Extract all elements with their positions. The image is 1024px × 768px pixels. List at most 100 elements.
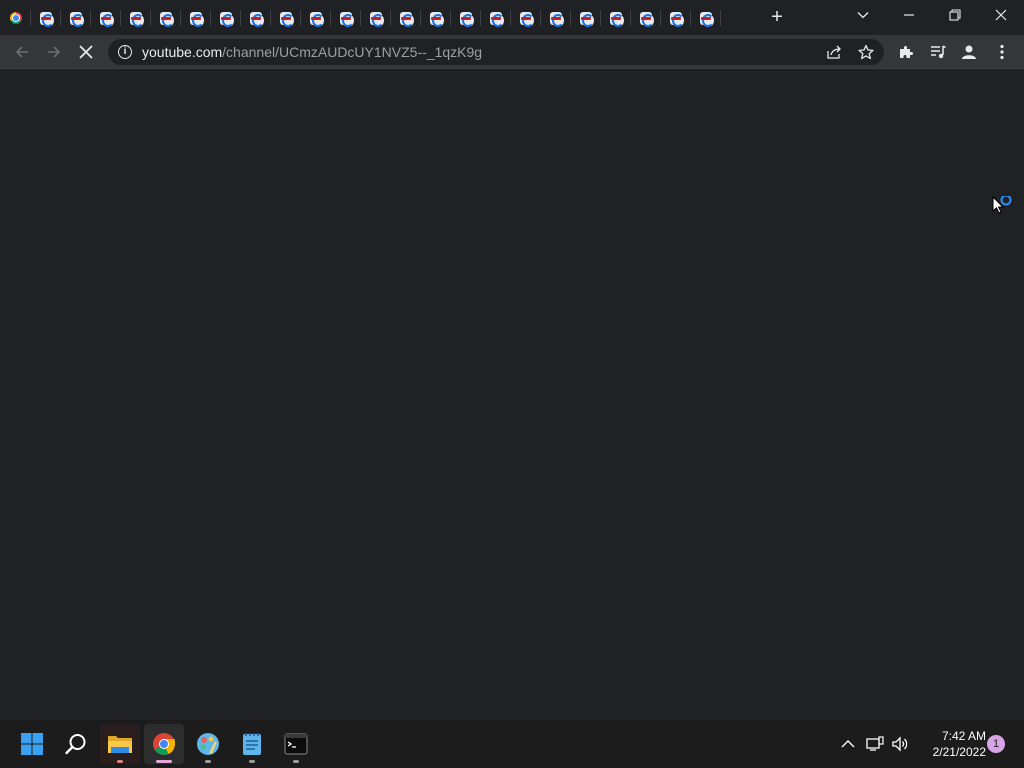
site-favicon-icon (729, 11, 730, 25)
chevron-down-icon (857, 12, 869, 19)
profile-icon (962, 45, 976, 59)
tab-separator (150, 10, 151, 26)
site-favicon-icon (69, 11, 84, 27)
browser-tab[interactable] (68, 11, 84, 27)
network-button[interactable] (865, 734, 885, 754)
browser-tab[interactable] (578, 11, 594, 27)
browser-tab[interactable] (338, 11, 354, 27)
share-button[interactable] (824, 42, 844, 62)
site-favicon-icon (219, 11, 234, 27)
tab-separator (360, 10, 361, 26)
site-favicon-icon (309, 11, 324, 27)
browser-tab[interactable] (638, 11, 654, 27)
tab-separator (540, 10, 541, 26)
site-favicon-icon (189, 11, 204, 27)
notepad-icon (243, 733, 261, 755)
stop-loading-button[interactable] (72, 38, 100, 66)
chrome-favicon-icon (9, 12, 22, 24)
browser-tab[interactable] (428, 11, 444, 27)
browser-tab[interactable] (398, 11, 414, 27)
bookmark-button[interactable] (856, 42, 876, 62)
file-explorer-button[interactable] (100, 724, 140, 764)
new-tab-button[interactable]: + (766, 6, 788, 28)
browser-tab[interactable] (8, 11, 23, 26)
clock[interactable]: 7:42 AM 2/21/2022 (914, 728, 986, 760)
search-button[interactable] (56, 724, 96, 764)
site-info-icon[interactable]: i (118, 45, 132, 59)
tab-separator (660, 10, 661, 26)
address-bar[interactable]: i youtube.com/channel/UCmzAUDcUY1NVZ5--_… (108, 39, 884, 65)
tab-separator (300, 10, 301, 26)
close-icon (995, 9, 1007, 21)
browser-tab[interactable] (98, 11, 114, 27)
busy-cursor-icon (992, 196, 1012, 214)
browser-tab[interactable] (368, 11, 384, 27)
browser-tab[interactable] (188, 11, 204, 27)
media-controls-button[interactable] (924, 38, 952, 66)
browser-tab[interactable] (308, 11, 324, 27)
stop-loading-icon (79, 45, 93, 59)
tab-strip: ⤓ + (0, 0, 1024, 35)
site-favicon-icon (489, 11, 504, 27)
start-button[interactable] (12, 724, 52, 764)
forward-button[interactable] (40, 38, 68, 66)
browser-tab[interactable] (458, 11, 474, 27)
browser-tab[interactable] (668, 11, 684, 27)
browser-tab[interactable] (248, 11, 264, 27)
browser-tab[interactable] (128, 11, 144, 27)
site-favicon-icon (699, 11, 714, 27)
tab-list: ⤓ (8, 7, 730, 29)
tab-separator (480, 10, 481, 26)
tab-separator (630, 10, 631, 26)
extensions-button[interactable] (892, 38, 920, 66)
search-icon (65, 734, 86, 755)
chrome-button[interactable] (144, 724, 184, 764)
browser-tab[interactable] (38, 11, 54, 27)
notification-badge[interactable]: 1 (987, 735, 1005, 753)
show-hidden-icons-button[interactable] (838, 734, 858, 754)
browser-tab[interactable] (608, 11, 624, 27)
browser-tab[interactable] (728, 11, 730, 26)
browser-tab[interactable] (158, 11, 174, 27)
site-favicon-icon (249, 11, 264, 27)
browser-tab[interactable] (278, 11, 294, 27)
back-button[interactable] (8, 38, 36, 66)
browser-tab[interactable] (518, 11, 534, 27)
forward-arrow-icon (48, 46, 61, 58)
paint-palette-icon (197, 733, 219, 755)
tab-separator (30, 10, 31, 26)
site-favicon-icon (279, 11, 294, 27)
clock-time: 7:42 AM (941, 729, 986, 743)
tab-separator (270, 10, 271, 26)
active-indicator (156, 760, 172, 763)
url-host: youtube.com (142, 44, 223, 60)
tab-separator (90, 10, 91, 26)
minimize-button[interactable] (886, 0, 932, 30)
close-button[interactable] (978, 0, 1024, 30)
chrome-icon (153, 733, 176, 755)
tab-separator (330, 10, 331, 26)
browser-tab[interactable] (548, 11, 564, 27)
web-page-content[interactable] (0, 70, 1024, 720)
running-indicator (293, 760, 299, 763)
puzzle-icon (900, 46, 913, 58)
browser-tab[interactable] (218, 11, 234, 27)
notepad-button[interactable] (232, 724, 272, 764)
restore-button[interactable] (932, 0, 978, 30)
paint-button[interactable] (188, 724, 228, 764)
site-favicon-icon (609, 11, 624, 27)
browser-tab[interactable] (698, 11, 714, 27)
chrome-menu-button[interactable] (988, 38, 1016, 66)
tab-search-button[interactable] (840, 0, 886, 30)
site-favicon-icon (549, 11, 564, 27)
clock-date: 2/21/2022 (932, 745, 986, 759)
site-favicon-icon (519, 11, 534, 27)
terminal-icon (284, 733, 308, 755)
url-text[interactable]: youtube.com/channel/UCmzAUDcUY1NVZ5--_1q… (142, 44, 482, 60)
star-icon (858, 44, 874, 60)
terminal-button[interactable] (276, 724, 316, 764)
volume-button[interactable] (890, 734, 910, 754)
tab-separator (510, 10, 511, 26)
browser-tab[interactable] (488, 11, 504, 27)
profile-button[interactable] (955, 38, 983, 66)
